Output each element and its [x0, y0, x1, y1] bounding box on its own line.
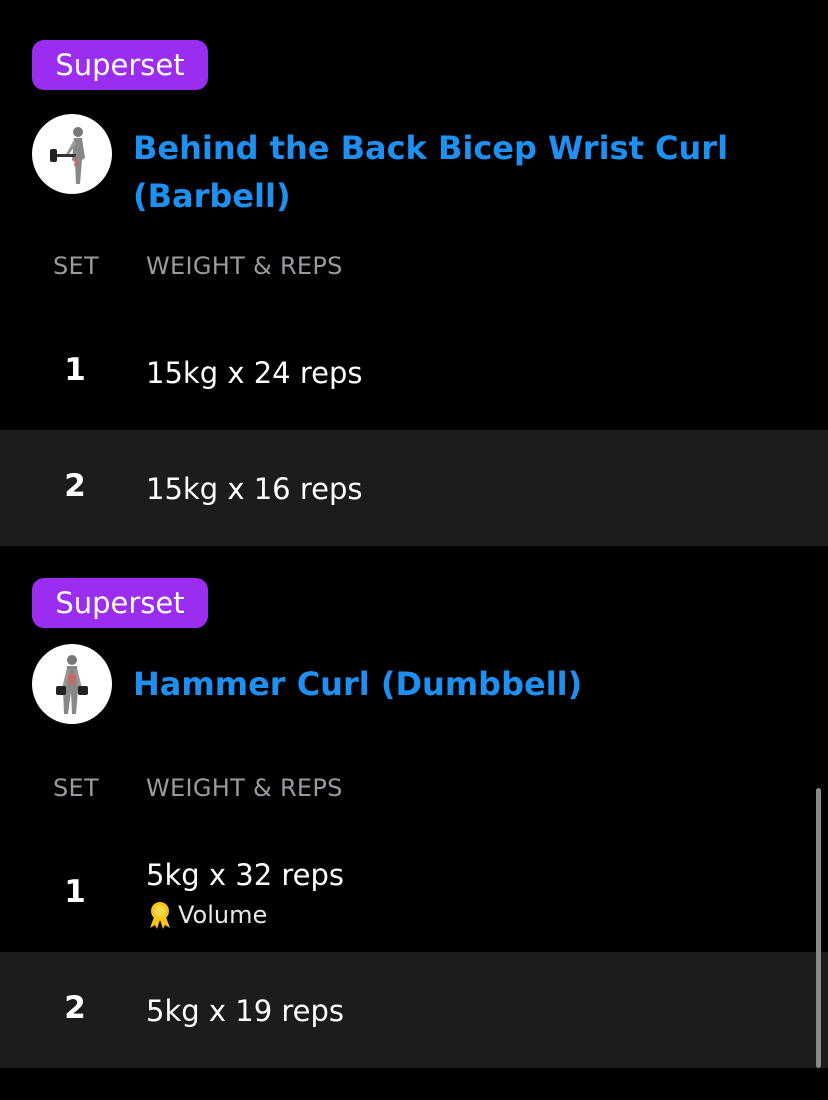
- set-row: 1 5kg x 32 reps Volume: [0, 836, 828, 952]
- set-column-header: SET: [53, 774, 99, 802]
- superset-badge: Superset: [32, 578, 208, 628]
- exercise-title[interactable]: Behind the Back Bicep Wrist Curl (Barbel…: [133, 124, 773, 220]
- exercise-title-line-1[interactable]: Behind the Back Bicep Wrist Curl: [133, 124, 773, 172]
- exercise-thumbnail-barbell-icon[interactable]: [32, 114, 112, 194]
- vertical-scrollbar[interactable]: [816, 788, 821, 1068]
- personal-record-badge: Volume: [146, 900, 267, 930]
- dumbbell-curl-figure-icon: [56, 655, 88, 714]
- set-number: 2: [64, 468, 86, 504]
- exercise-title-line-2[interactable]: (Barbell): [133, 172, 773, 220]
- set-weight-reps: 15kg x 16 reps: [146, 472, 363, 506]
- set-weight-reps: 15kg x 24 reps: [146, 356, 363, 390]
- barbell-curl-figure-icon: [50, 127, 85, 184]
- set-row: 1 15kg x 24 reps: [0, 314, 828, 430]
- set-number: 1: [64, 874, 86, 910]
- set-column-header: SET: [53, 252, 99, 280]
- weight-reps-column-header: WEIGHT & REPS: [146, 774, 343, 802]
- superset-badge: Superset: [32, 40, 208, 90]
- set-number: 2: [64, 990, 86, 1026]
- set-row: 2 5kg x 19 reps: [0, 952, 828, 1068]
- exercise-thumbnail-dumbbell-icon[interactable]: [32, 644, 112, 724]
- set-row: 2 15kg x 16 reps: [0, 430, 828, 546]
- set-number: 1: [64, 352, 86, 388]
- record-label: Volume: [178, 901, 268, 929]
- exercise-title[interactable]: Hammer Curl (Dumbbell): [133, 660, 773, 708]
- medal-icon: [146, 900, 174, 930]
- set-weight-reps: 5kg x 19 reps: [146, 994, 345, 1028]
- set-weight-reps: 5kg x 32 reps: [146, 858, 345, 892]
- weight-reps-column-header: WEIGHT & REPS: [146, 252, 343, 280]
